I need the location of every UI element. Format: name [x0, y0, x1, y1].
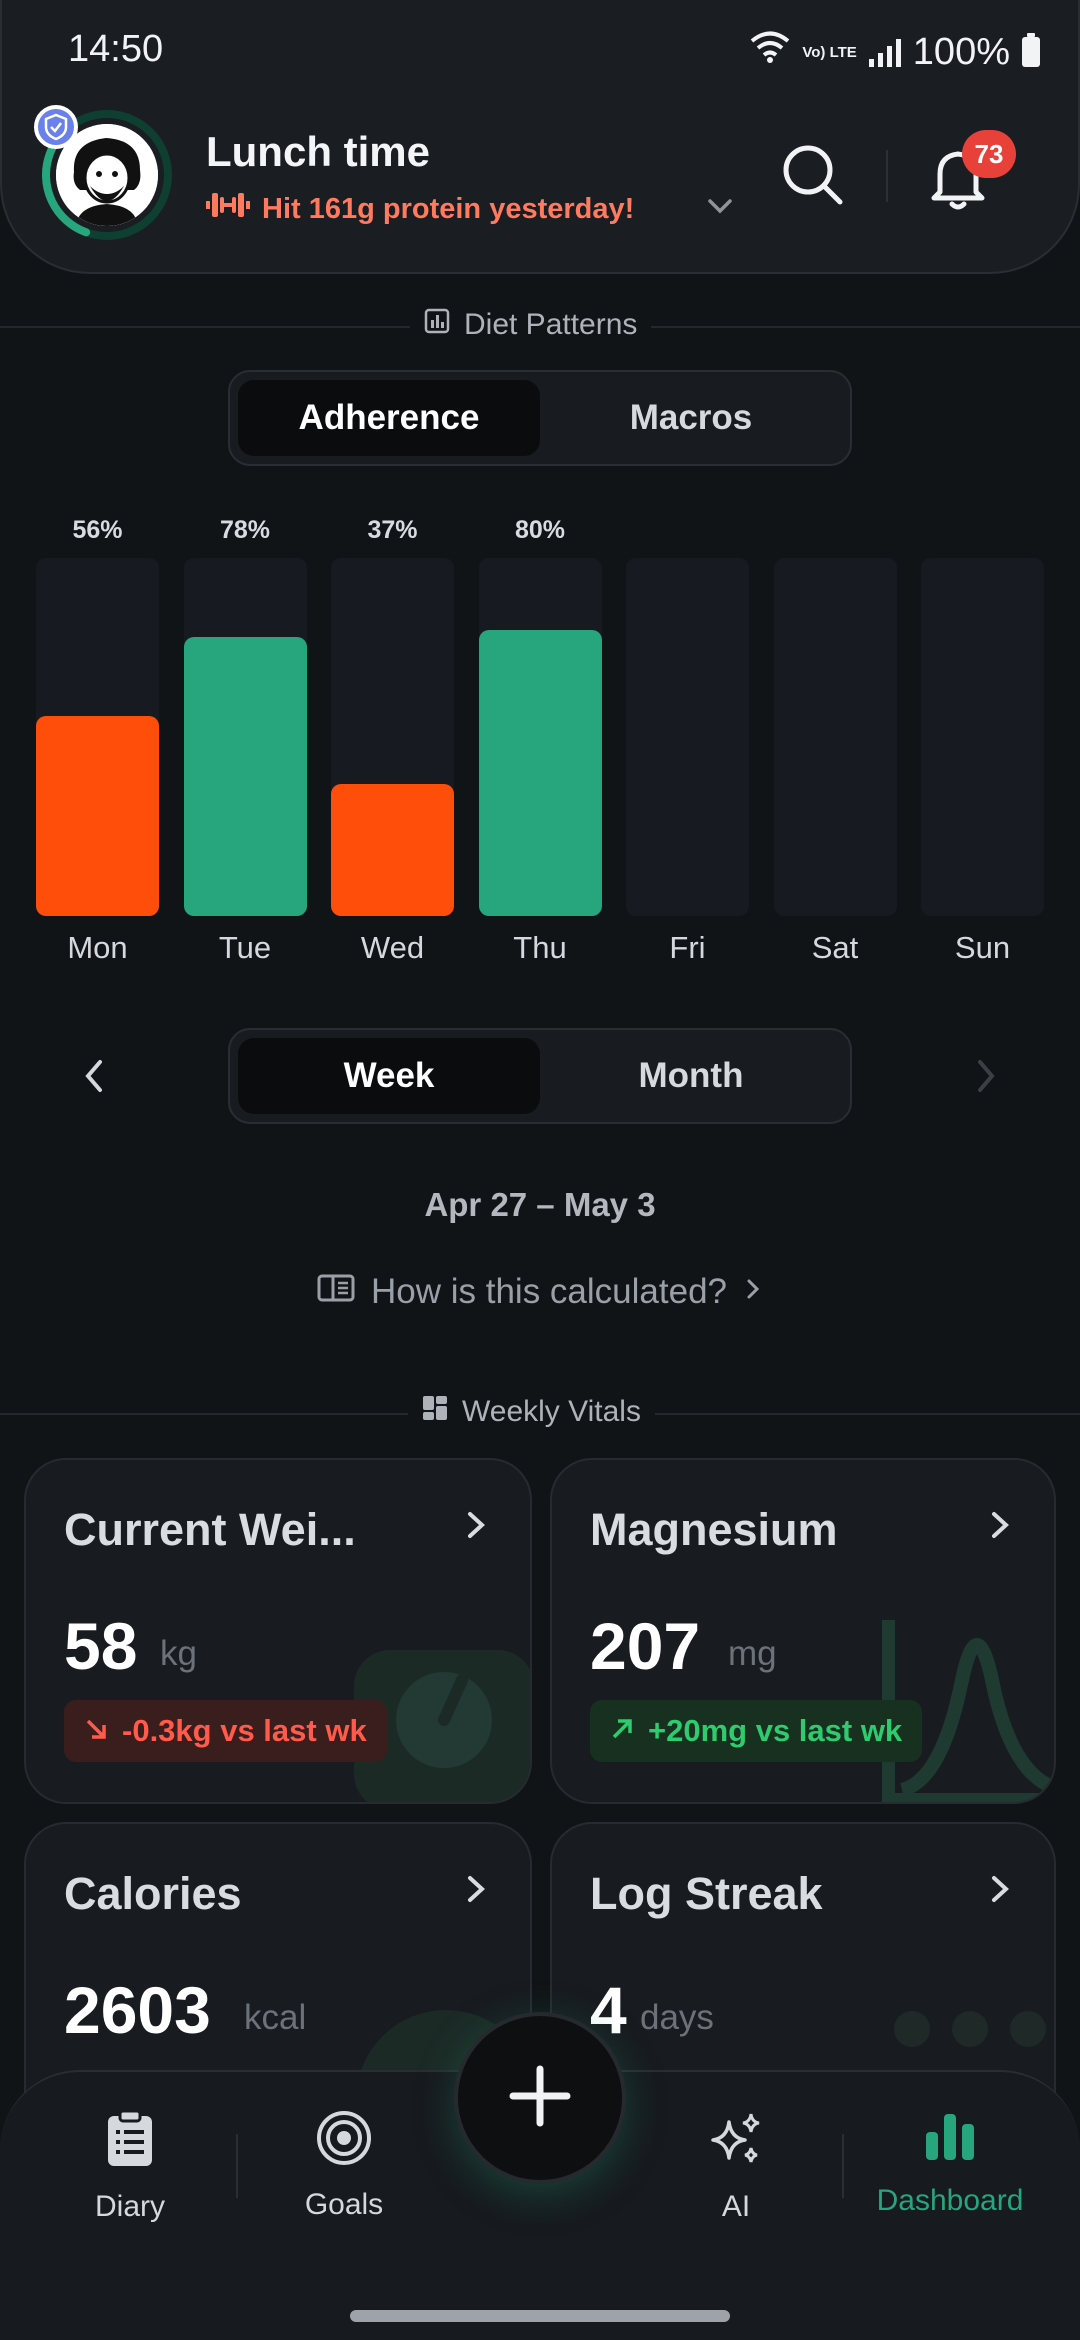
- greeting-subtitle-text: Hit 161g protein yesterday!: [262, 192, 635, 225]
- nav-label: Dashboard: [876, 2184, 1024, 2217]
- bar-track: [626, 558, 749, 916]
- vital-delta-text: -0.3kg vs last wk: [122, 1713, 367, 1748]
- chart-icon: [424, 308, 450, 342]
- bar-value-label: 56%: [72, 516, 123, 544]
- nav-diary[interactable]: Diary: [40, 2109, 220, 2224]
- nav-label: Diary: [94, 2190, 165, 2223]
- how-calculated-text: How is this calculated?: [371, 1272, 727, 1311]
- tab-month[interactable]: Month: [540, 1038, 842, 1114]
- bar-wed[interactable]: [331, 783, 454, 916]
- bar-thu[interactable]: [478, 629, 602, 916]
- day-label: Wed: [360, 930, 425, 965]
- bar-value-label: 37%: [367, 516, 418, 544]
- bar-value-label: 78%: [219, 516, 271, 544]
- battery-percent: 100%: [912, 30, 1010, 73]
- diet-patterns-title: Diet Patterns: [464, 308, 638, 341]
- target-icon: [316, 2110, 372, 2174]
- dumbbell-icon: [206, 190, 250, 228]
- trend-down-icon: [84, 1713, 108, 1749]
- clipboard-icon: [106, 2109, 154, 2176]
- book-icon: [317, 1272, 355, 1312]
- period-toggle: Week Month: [228, 1028, 852, 1124]
- vital-value: 58: [64, 1609, 138, 1683]
- chevron-right-icon: [988, 1872, 1012, 1911]
- wifi-icon: [750, 30, 790, 74]
- chevron-right-icon: [988, 1508, 1012, 1547]
- home-indicator: [350, 2310, 730, 2322]
- greeting-title: Lunch time: [206, 128, 431, 175]
- header-divider: [886, 150, 888, 202]
- volte-label: Vo) LTE: [802, 43, 857, 61]
- search-icon[interactable]: [778, 140, 848, 210]
- grid-icon: [422, 1395, 448, 1429]
- vital-value: 2603: [64, 1973, 211, 2047]
- nav-dashboard[interactable]: Dashboard: [860, 2110, 1040, 2218]
- status-icons: Vo) LTE 100%: [750, 28, 1040, 76]
- trend-up-icon: [610, 1713, 634, 1749]
- vital-delta-text: +20mg vs last wk: [648, 1713, 903, 1748]
- battery-icon: [1022, 33, 1040, 67]
- vital-title: Log Streak: [590, 1868, 823, 1919]
- diet-patterns-header: Diet Patterns: [410, 308, 652, 342]
- adherence-chart: 56% Mon 78% Tue 37% Wed 80% Thu Fri Sat Sun: [0, 500, 1080, 980]
- chevron-down-icon[interactable]: [706, 196, 734, 221]
- chevron-right-icon: [464, 1872, 488, 1911]
- day-label: Tue: [218, 930, 272, 965]
- date-range: Apr 27 – May 3: [424, 1186, 656, 1223]
- nav-label: Goals: [304, 2188, 384, 2221]
- nav-divider: [842, 2134, 844, 2198]
- nav-label: AI: [721, 2190, 751, 2223]
- day-label: Sun: [954, 930, 1011, 965]
- tab-macros[interactable]: Macros: [540, 380, 842, 456]
- bar-mon[interactable]: [36, 715, 159, 916]
- status-time: 14:50: [68, 28, 164, 70]
- plus-icon: [509, 2065, 571, 2132]
- vital-card-weight[interactable]: Current Wei... 58 kg -0.3kg vs last wk: [24, 1458, 532, 1804]
- day-label: Fri: [669, 930, 706, 965]
- bar-track: [773, 558, 897, 916]
- day-label: Sat: [811, 930, 859, 965]
- previous-period-icon[interactable]: [78, 1056, 110, 1101]
- signal-icon: [868, 37, 901, 67]
- vital-value: 207: [590, 1609, 701, 1683]
- weekly-vitals-title: Weekly Vitals: [462, 1395, 641, 1428]
- bar-tue[interactable]: [183, 636, 307, 916]
- notification-badge: 73: [962, 130, 1016, 178]
- status-bar: 14:50 Vo) LTE 100%: [0, 0, 1080, 100]
- vital-card-magnesium[interactable]: Magnesium 207 mg +20mg vs last wk: [550, 1458, 1056, 1804]
- nav-goals[interactable]: Goals: [254, 2110, 434, 2222]
- chart-type-toggle: Adherence Macros: [228, 370, 852, 466]
- day-label: Mon: [67, 930, 128, 965]
- vital-title: Current Wei...: [64, 1504, 356, 1555]
- vital-unit: kg: [160, 1634, 197, 1673]
- vital-title: Magnesium: [590, 1504, 838, 1555]
- nav-divider: [236, 2134, 238, 2198]
- verified-badge-icon: [34, 105, 78, 149]
- bar-track: [921, 558, 1044, 916]
- bar-chart-icon: [924, 2110, 976, 2170]
- vital-unit: kcal: [244, 1998, 307, 2037]
- chevron-right-icon: [743, 1272, 763, 1312]
- tab-adherence[interactable]: Adherence: [238, 380, 540, 456]
- vital-title: Calories: [64, 1868, 242, 1919]
- vital-unit: mg: [728, 1634, 777, 1673]
- vital-unit: days: [640, 1998, 714, 2037]
- next-period-icon[interactable]: [970, 1056, 1002, 1101]
- nav-ai[interactable]: AI: [646, 2110, 826, 2224]
- tab-week[interactable]: Week: [238, 1038, 540, 1114]
- add-entry-button[interactable]: [454, 2012, 626, 2184]
- vital-delta: -0.3kg vs last wk: [64, 1700, 387, 1762]
- vital-delta: +20mg vs last wk: [590, 1700, 923, 1762]
- dots-icon: [894, 2011, 1046, 2047]
- how-calculated-link[interactable]: How is this calculated?: [0, 1272, 1080, 1312]
- greeting-subtitle[interactable]: Hit 161g protein yesterday!: [206, 190, 634, 228]
- weekly-vitals-header: Weekly Vitals: [408, 1395, 655, 1429]
- sparkles-icon: [707, 2110, 765, 2176]
- chevron-right-icon: [464, 1508, 488, 1547]
- bar-value-label: 80%: [514, 516, 566, 544]
- day-label: Thu: [513, 930, 567, 965]
